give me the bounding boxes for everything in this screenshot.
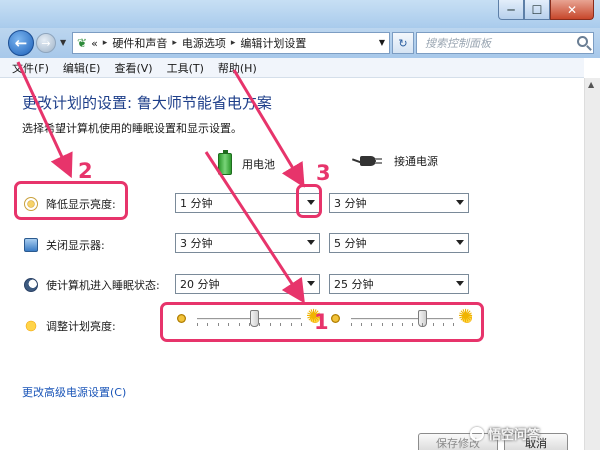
search-placeholder: 搜索控制面板 — [425, 37, 491, 50]
power-plug-icon — [351, 154, 382, 168]
breadcrumb-item-edit-plan[interactable]: 编辑计划设置 — [240, 35, 306, 51]
search-input[interactable]: 搜索控制面板 — [416, 32, 594, 54]
dim-display-plugged-value: 3 分钟 — [334, 197, 367, 210]
breadcrumb-prefix[interactable]: « — [91, 37, 98, 50]
menu-bar: 文件(F) 编辑(E) 查看(V) 工具(T) 帮助(H) — [0, 58, 584, 78]
page-title: 更改计划的设置: 鲁大师节能省电方案 — [22, 94, 272, 112]
control-panel-icon: ❦ — [77, 36, 88, 50]
chevron-down-icon[interactable] — [307, 281, 315, 286]
vertical-scrollbar[interactable]: ▲ — [584, 78, 600, 450]
menu-file[interactable]: 文件(F) — [12, 60, 49, 76]
column-battery-label: 用电池 — [242, 158, 275, 171]
chevron-down-icon[interactable] — [456, 281, 464, 286]
annotation-box-dim-display — [14, 181, 128, 220]
breadcrumb-item-hardware[interactable]: 硬件和声音 — [112, 35, 167, 51]
annotation-number-1: 1 — [314, 310, 329, 334]
turn-off-display-text: 关闭显示器: — [46, 239, 105, 252]
turn-off-display-battery-select[interactable]: 3 分钟 — [175, 233, 320, 253]
breadcrumb-separator: ▸ — [102, 38, 108, 48]
navigation-bar: ← → ▼ ❦ « ▸ 硬件和声音 ▸ 电源选项 ▸ 编辑计划设置 ▼ ↻ 搜索… — [0, 28, 600, 58]
turn-off-display-plugged-value: 5 分钟 — [334, 237, 367, 250]
close-button[interactable]: ✕ — [550, 0, 594, 20]
address-dropdown-icon[interactable]: ▼ — [379, 38, 385, 47]
sleep-battery-value: 20 分钟 — [180, 278, 220, 291]
column-header-plugged: 接通电源 — [351, 153, 438, 169]
sun-icon — [24, 319, 38, 333]
title-bar: ─ ☐ ✕ — [0, 0, 600, 28]
turn-off-display-battery-value: 3 分钟 — [180, 237, 213, 250]
brightness-label: 调整计划亮度: — [24, 318, 116, 334]
maximize-button[interactable]: ☐ — [524, 0, 550, 20]
monitor-icon — [24, 238, 38, 252]
annotation-box-dropdown-arrow — [296, 184, 322, 218]
annotation-arrow-2 — [16, 61, 73, 179]
column-plugged-label: 接通电源 — [394, 155, 438, 168]
watermark-logo-icon — [470, 426, 484, 441]
annotation-number-3: 3 — [316, 161, 331, 185]
menu-help[interactable]: 帮助(H) — [218, 60, 257, 76]
forward-button[interactable]: → — [36, 33, 56, 53]
dim-display-battery-value: 1 分钟 — [180, 197, 213, 210]
sleep-battery-select[interactable]: 20 分钟 — [175, 274, 320, 294]
watermark: 悟空问答 — [470, 424, 540, 443]
turn-off-display-plugged-select[interactable]: 5 分钟 — [329, 233, 469, 253]
arrow-right-icon: → — [41, 36, 51, 50]
refresh-icon: ↻ — [398, 36, 408, 50]
advanced-power-settings-link[interactable]: 更改高级电源设置(C) — [22, 384, 126, 400]
dim-display-plugged-select[interactable]: 3 分钟 — [329, 193, 469, 213]
chevron-down-icon[interactable] — [456, 200, 464, 205]
search-icon[interactable] — [577, 36, 588, 47]
window-controls: ─ ☐ ✕ — [498, 0, 594, 20]
minimize-button[interactable]: ─ — [498, 0, 524, 20]
chevron-down-icon[interactable] — [456, 240, 464, 245]
recent-pages-dropdown[interactable]: ▼ — [60, 38, 66, 47]
back-button[interactable]: ← — [8, 30, 34, 56]
chevron-down-icon[interactable] — [307, 240, 315, 245]
arrow-left-icon: ← — [14, 34, 28, 52]
turn-off-display-label: 关闭显示器: — [24, 237, 105, 253]
sleep-label: 使计算机进入睡眠状态: — [24, 277, 160, 293]
menu-tools[interactable]: 工具(T) — [167, 60, 204, 76]
page-description: 选择希望计算机使用的睡眠设置和显示设置。 — [22, 122, 242, 135]
annotation-number-2: 2 — [78, 159, 93, 183]
sleep-text: 使计算机进入睡眠状态: — [46, 279, 160, 292]
watermark-text: 悟空问答 — [488, 428, 541, 443]
column-header-battery: 用电池 — [218, 150, 275, 175]
menu-edit[interactable]: 编辑(E) — [63, 60, 101, 76]
breadcrumb-separator: ▸ — [230, 38, 236, 48]
sleep-plugged-value: 25 分钟 — [334, 278, 374, 291]
menu-view[interactable]: 查看(V) — [114, 60, 152, 76]
battery-icon — [218, 150, 232, 175]
address-bar[interactable]: ❦ « ▸ 硬件和声音 ▸ 电源选项 ▸ 编辑计划设置 ▼ — [72, 32, 390, 54]
sleep-plugged-select[interactable]: 25 分钟 — [329, 274, 469, 294]
breadcrumb-item-power[interactable]: 电源选项 — [182, 35, 226, 51]
refresh-button[interactable]: ↻ — [392, 32, 414, 54]
scroll-up-icon[interactable]: ▲ — [588, 80, 594, 89]
brightness-text: 调整计划亮度: — [46, 320, 116, 333]
breadcrumb-separator: ▸ — [172, 38, 177, 48]
moon-icon — [24, 278, 38, 292]
